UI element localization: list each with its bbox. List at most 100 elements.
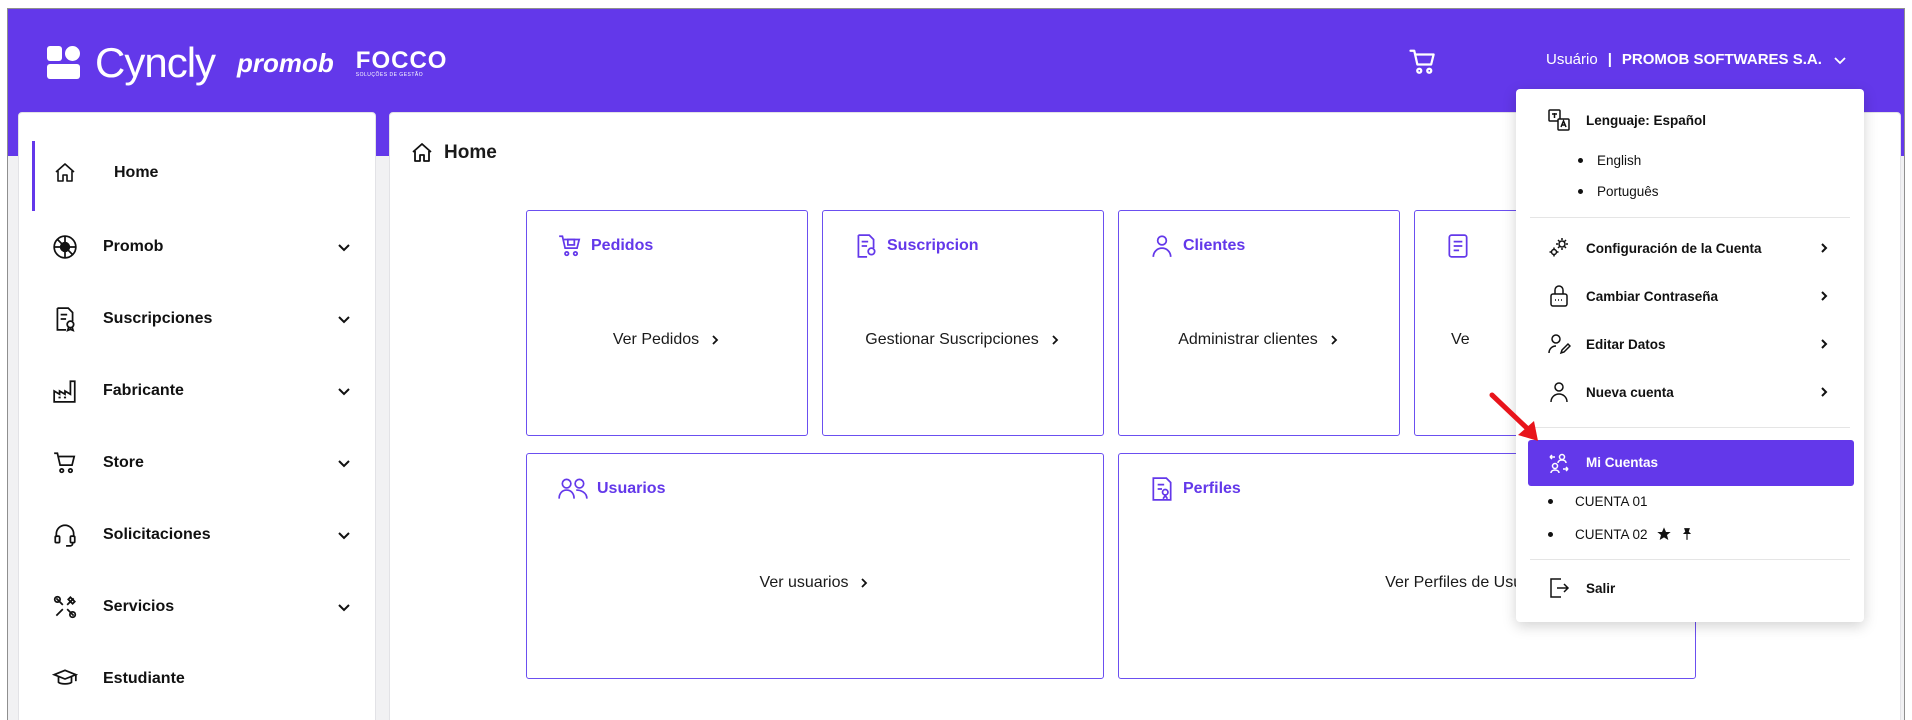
sidebar-item-label: Solicitaciones: [103, 526, 211, 543]
chevron-right-icon: [1052, 335, 1058, 345]
sidebar-item-label: Estudiante: [103, 670, 185, 687]
card-title: Perfiles: [1183, 480, 1241, 497]
users-icon: [558, 478, 588, 499]
user-label: Usuário: [1546, 51, 1598, 68]
card-link[interactable]: Ver Pedidos: [527, 331, 807, 349]
star-icon[interactable]: [1656, 526, 1672, 542]
sidebar-item-estudiante[interactable]: Estudiante: [19, 647, 377, 711]
pin-icon[interactable]: [1680, 527, 1694, 541]
divider: [1530, 217, 1850, 218]
menu-item-label: Nueva cuenta: [1586, 384, 1674, 400]
chevron-down-icon: [338, 316, 350, 324]
chevron-right-icon: [1821, 243, 1828, 253]
sidebar-item-label: Promob: [103, 238, 164, 255]
page-title: Home: [444, 142, 497, 163]
cart-icon[interactable]: [1408, 47, 1438, 77]
menu-item-account-settings[interactable]: Configuración de la Cuenta: [1516, 233, 1864, 263]
sidebar-item-home[interactable]: Home: [19, 141, 377, 211]
sidebar-item-solicitaciones[interactable]: Solicitaciones: [19, 503, 377, 567]
logout-icon: [1546, 575, 1572, 601]
cyncly-logo-icon: [47, 46, 81, 80]
card-title: Pedidos: [591, 237, 654, 254]
account-item-01[interactable]: CUENTA 01: [1548, 494, 1648, 509]
language-option-portugues[interactable]: Português: [1578, 184, 1659, 199]
sidebar: Home Promob Suscripciones Fabricante Sto…: [18, 112, 376, 720]
subscription-icon: [857, 234, 876, 258]
language-option-english[interactable]: English: [1578, 153, 1641, 168]
focco-logo: FOCCO SOLUÇÕES DE GESTÃO: [355, 46, 448, 78]
menu-item-label: Cambiar Contraseña: [1586, 288, 1719, 304]
switch-account-icon: [1546, 450, 1572, 476]
sidebar-item-suscripciones[interactable]: Suscripciones: [19, 287, 377, 351]
language-label: Lenguaje: Español: [1586, 112, 1707, 128]
card-title: Suscripcion: [887, 237, 979, 254]
chevron-down-icon: [1834, 56, 1846, 64]
promob-icon: [51, 233, 79, 261]
menu-item-change-password[interactable]: Cambiar Contraseña: [1516, 281, 1864, 311]
app-frame: Cyncly promob FOCCO SOLUÇÕES DE GESTÃO U…: [7, 8, 1905, 720]
breadcrumb: Home: [410, 141, 497, 165]
menu-item-label: Configuración de la Cuenta: [1586, 240, 1762, 256]
translate-icon: [1546, 107, 1572, 133]
card-usuarios[interactable]: Usuarios Ver usuarios: [526, 453, 1104, 679]
card-clientes[interactable]: Clientes Administrar clientes: [1118, 210, 1400, 436]
menu-item-label: Editar Datos: [1586, 336, 1666, 352]
sidebar-item-fabricante[interactable]: Fabricante: [19, 359, 377, 423]
annotation-arrow-icon: [1489, 392, 1538, 441]
user-dropdown-menu: Lenguaje: Español English Português Conf…: [1516, 89, 1864, 622]
lock-icon: [1546, 283, 1572, 309]
sidebar-item-servicios[interactable]: Servicios: [19, 575, 377, 639]
graduation-cap-icon: [51, 665, 79, 693]
headset-icon: [51, 521, 79, 549]
sidebar-item-label: Suscripciones: [103, 310, 213, 327]
divider: [1530, 559, 1850, 560]
sidebar-item-store[interactable]: Store: [19, 431, 377, 495]
card-suscripcion[interactable]: Suscripcion Gestionar Suscripciones: [822, 210, 1104, 436]
gears-icon: [1546, 235, 1572, 261]
home-icon: [412, 143, 432, 162]
cart-icon: [51, 449, 79, 477]
card-pedidos[interactable]: Pedidos Ver Pedidos: [526, 210, 808, 436]
user-menu-toggle[interactable]: Usuário | PROMOB SOFTWARES S.A.: [1546, 51, 1848, 68]
chevron-down-icon: [338, 532, 350, 540]
document-icon: [1448, 234, 1468, 258]
menu-item-new-account[interactable]: Nueva cuenta: [1516, 377, 1864, 407]
menu-item-my-accounts[interactable]: Mi Cuentas: [1528, 440, 1854, 486]
profile-document-icon: [1152, 477, 1172, 501]
cart-icon: [559, 235, 581, 257]
divider: [1530, 427, 1850, 428]
sidebar-item-label: Fabricante: [103, 382, 184, 399]
user-icon: [1546, 379, 1572, 405]
sidebar-item-label: Home: [114, 164, 159, 181]
chevron-down-icon: [338, 388, 350, 396]
home-icon: [51, 159, 79, 187]
card-link[interactable]: Gestionar Suscripciones: [823, 331, 1103, 349]
menu-item-label: Salir: [1586, 580, 1616, 596]
tools-icon: [51, 593, 79, 621]
edit-user-icon: [1546, 331, 1572, 357]
menu-item-edit-data[interactable]: Editar Datos: [1516, 329, 1864, 359]
chevron-right-icon: [1821, 339, 1828, 349]
card-title: Clientes: [1183, 237, 1246, 254]
active-indicator: [32, 141, 35, 211]
user-separator: |: [1607, 51, 1612, 68]
brand-logos[interactable]: Cyncly promob FOCCO SOLUÇÕES DE GESTÃO: [47, 39, 447, 87]
chevron-down-icon: [338, 460, 350, 468]
sidebar-item-label: Store: [103, 454, 144, 471]
menu-item-logout[interactable]: Salir: [1516, 573, 1864, 603]
chevron-right-icon: [1821, 387, 1828, 397]
language-menu[interactable]: Lenguaje: Español: [1516, 105, 1864, 135]
sidebar-item-promob[interactable]: Promob: [19, 215, 377, 279]
chevron-right-icon: [861, 578, 868, 588]
sidebar-item-label: Servicios: [103, 598, 175, 615]
chevron-right-icon: [712, 335, 719, 345]
card-link[interactable]: Administrar clientes: [1119, 331, 1399, 349]
company-name: PROMOB SOFTWARES S.A.: [1621, 51, 1822, 68]
brand-name: Cyncly: [95, 39, 216, 86]
subscription-icon: [51, 305, 79, 333]
menu-item-label: Mi Cuentas: [1586, 455, 1659, 470]
chevron-right-icon: [1331, 335, 1338, 345]
chevron-down-icon: [338, 604, 350, 612]
account-item-02[interactable]: CUENTA 02: [1548, 526, 1694, 542]
card-link[interactable]: Ver usuarios: [527, 574, 1103, 592]
